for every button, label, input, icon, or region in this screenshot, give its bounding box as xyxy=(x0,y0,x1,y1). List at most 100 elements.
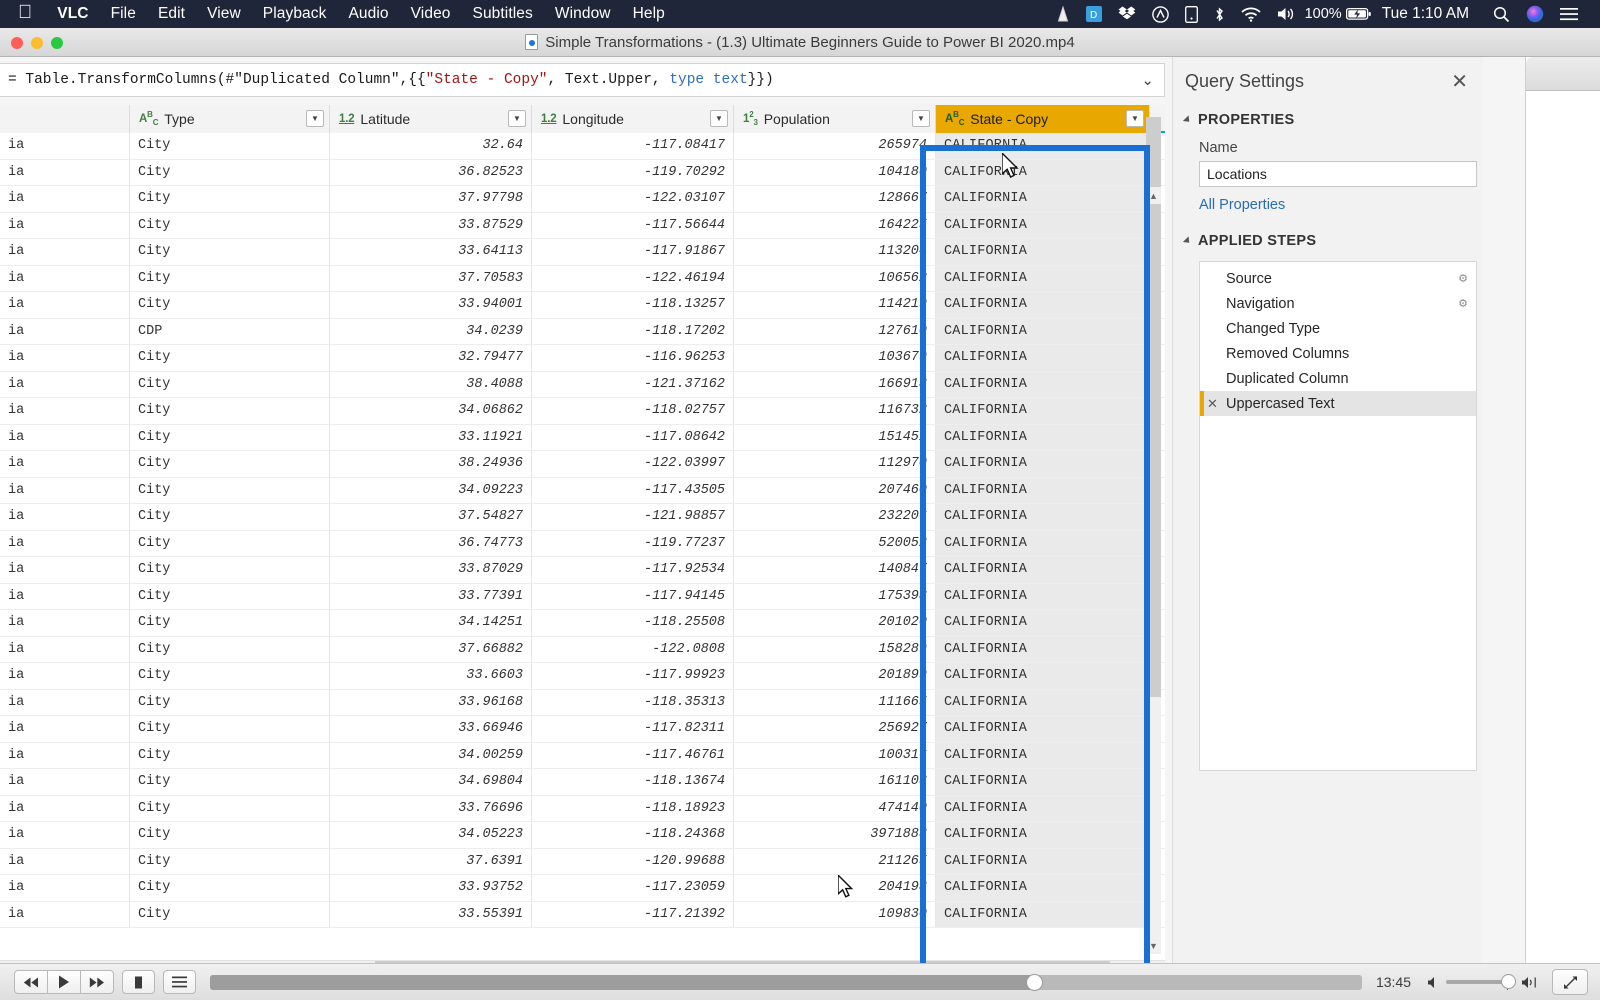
column-header-latitude[interactable]: 1.2 Latitude ▼ xyxy=(330,105,532,133)
menu-item-help[interactable]: Help xyxy=(622,5,676,23)
cell-state-truncated[interactable]: ia xyxy=(0,292,130,318)
play-button[interactable] xyxy=(47,970,81,994)
cell-state-truncated[interactable]: ia xyxy=(0,451,130,477)
cell-longitude[interactable]: -118.17202 xyxy=(532,318,734,344)
cell-type[interactable]: City xyxy=(130,901,330,927)
cell-population[interactable]: 211265 xyxy=(734,848,936,874)
menu-item-view[interactable]: View xyxy=(196,5,252,23)
query-name-input[interactable]: Locations xyxy=(1199,161,1477,187)
table-row[interactable]: ia City 33.87529 -117.56644 164225 CALIFORNIA xyxy=(0,212,1165,239)
applied-steps-section-header[interactable]: APPLIED STEPS xyxy=(1173,233,1482,249)
cell-latitude[interactable]: 37.66882 xyxy=(330,636,532,662)
cell-longitude[interactable]: -117.46761 xyxy=(532,742,734,768)
cell-state-copy[interactable]: CALIFORNIA xyxy=(936,265,1150,291)
cell-population[interactable]: 175398 xyxy=(734,583,936,609)
cell-state-truncated[interactable]: ia xyxy=(0,636,130,662)
cell-state-copy[interactable]: CALIFORNIA xyxy=(936,848,1150,874)
cell-population[interactable]: 164225 xyxy=(734,212,936,238)
cell-state-copy[interactable]: CALIFORNIA xyxy=(936,451,1150,477)
cell-latitude[interactable]: 37.70583 xyxy=(330,265,532,291)
column-filter-dropdown-icon[interactable]: ▼ xyxy=(710,110,728,127)
table-row[interactable]: ia City 32.64 -117.08417 265974 CALIFORNIA xyxy=(0,133,1165,160)
cell-state-copy[interactable]: CALIFORNIA xyxy=(936,689,1150,715)
gear-icon[interactable]: ⚙ xyxy=(1458,297,1468,310)
cell-longitude[interactable]: -117.99923 xyxy=(532,663,734,689)
cell-type[interactable]: City xyxy=(130,663,330,689)
cell-population[interactable]: 256927 xyxy=(734,716,936,742)
cell-population[interactable]: 103679 xyxy=(734,345,936,371)
cell-longitude[interactable]: -120.99688 xyxy=(532,848,734,874)
table-row[interactable]: ia City 34.69804 -118.13674 161103 CALIFORNIA xyxy=(0,769,1165,796)
column-filter-dropdown-icon[interactable]: ▼ xyxy=(1126,110,1144,127)
cell-latitude[interactable]: 33.93752 xyxy=(330,875,532,901)
battery-status[interactable]: 100% xyxy=(1305,6,1372,22)
cell-state-copy[interactable]: CALIFORNIA xyxy=(936,371,1150,397)
cell-population[interactable]: 128667 xyxy=(734,186,936,212)
cell-type[interactable]: City xyxy=(130,716,330,742)
cell-type[interactable]: City xyxy=(130,636,330,662)
table-row[interactable]: ia City 33.77391 -117.94145 175398 CALIFORNIA xyxy=(0,583,1165,610)
cell-type[interactable]: City xyxy=(130,530,330,556)
cell-latitude[interactable]: 36.82523 xyxy=(330,159,532,185)
cell-state-copy[interactable]: CALIFORNIA xyxy=(936,212,1150,238)
cell-latitude[interactable]: 33.77391 xyxy=(330,583,532,609)
cell-population[interactable]: 109830 xyxy=(734,901,936,927)
volume-slider-track[interactable] xyxy=(1446,974,1516,990)
cell-state-truncated[interactable]: ia xyxy=(0,530,130,556)
cell-state-copy[interactable]: CALIFORNIA xyxy=(936,663,1150,689)
table-row[interactable]: ia City 33.11921 -117.08642 151451 CALIFORNIA xyxy=(0,424,1165,451)
cell-population[interactable]: 3971883 xyxy=(734,822,936,848)
cell-longitude[interactable]: -122.03997 xyxy=(532,451,734,477)
cell-population[interactable]: 112970 xyxy=(734,451,936,477)
cell-state-copy[interactable]: CALIFORNIA xyxy=(936,398,1150,424)
stop-button[interactable] xyxy=(122,970,155,994)
column-header-partial[interactable] xyxy=(0,105,130,133)
seek-bar-handle[interactable] xyxy=(1025,973,1043,991)
video-content-area[interactable]: = Table.TransformColumns(#"Duplicated Co… xyxy=(0,57,1600,963)
table-row[interactable]: ia City 33.96168 -118.35313 111665 CALIFORNIA xyxy=(0,689,1165,716)
fast-forward-button[interactable] xyxy=(80,970,114,994)
cell-state-truncated[interactable]: ia xyxy=(0,504,130,530)
column-header-state-copy[interactable]: ABC State - Copy ▼ xyxy=(936,105,1150,133)
cell-state-truncated[interactable]: ia xyxy=(0,212,130,238)
cell-state-copy[interactable]: CALIFORNIA xyxy=(936,610,1150,636)
cell-type[interactable]: City xyxy=(130,583,330,609)
bluetooth-icon[interactable] xyxy=(1214,6,1225,23)
cell-state-truncated[interactable]: ia xyxy=(0,159,130,185)
cell-state-truncated[interactable]: ia xyxy=(0,133,130,159)
wifi-icon[interactable] xyxy=(1241,7,1261,22)
menu-item-file[interactable]: File xyxy=(100,5,147,23)
cell-latitude[interactable]: 33.87529 xyxy=(330,212,532,238)
cell-state-truncated[interactable]: ia xyxy=(0,398,130,424)
cell-latitude[interactable]: 34.14251 xyxy=(330,610,532,636)
cell-latitude[interactable]: 36.74773 xyxy=(330,530,532,556)
cell-state-copy[interactable]: CALIFORNIA xyxy=(936,769,1150,795)
cell-longitude[interactable]: -118.25508 xyxy=(532,610,734,636)
cell-state-copy[interactable]: CALIFORNIA xyxy=(936,477,1150,503)
column-filter-dropdown-icon[interactable]: ▼ xyxy=(912,110,930,127)
scroll-down-arrow[interactable]: ▼ xyxy=(1146,937,1161,954)
cell-population[interactable]: 104180 xyxy=(734,159,936,185)
column-header-longitude[interactable]: 1.2 Longitude ▼ xyxy=(532,105,734,133)
cell-state-truncated[interactable]: ia xyxy=(0,557,130,583)
cell-state-copy[interactable]: CALIFORNIA xyxy=(936,636,1150,662)
cell-state-truncated[interactable]: ia xyxy=(0,822,130,848)
cell-state-truncated[interactable]: ia xyxy=(0,875,130,901)
cell-population[interactable]: 265974 xyxy=(734,133,936,159)
cell-state-truncated[interactable]: ia xyxy=(0,848,130,874)
cell-latitude[interactable]: 34.05223 xyxy=(330,822,532,848)
cell-longitude[interactable]: -117.94145 xyxy=(532,583,734,609)
table-row[interactable]: ia City 32.79477 -116.96253 103679 CALIFORNIA xyxy=(0,345,1165,372)
cell-population[interactable]: 111665 xyxy=(734,689,936,715)
table-row[interactable]: ia City 36.82523 -119.70292 104180 CALIFORNIA xyxy=(0,159,1165,186)
column-header-type[interactable]: ABC Type ▼ xyxy=(130,105,330,133)
cell-type[interactable]: City xyxy=(130,742,330,768)
cell-population[interactable]: 116732 xyxy=(734,398,936,424)
horizontal-scrollbar-thumb[interactable] xyxy=(375,961,1110,963)
close-button[interactable] xyxy=(11,37,23,49)
table-row[interactable]: ia City 33.76696 -118.18923 474140 CALIFORNIA xyxy=(0,795,1165,822)
column-filter-dropdown-icon[interactable]: ▼ xyxy=(306,110,324,127)
adobe-creative-cloud-icon[interactable] xyxy=(1151,5,1169,23)
cell-type[interactable]: City xyxy=(130,239,330,265)
cell-state-copy[interactable]: CALIFORNIA xyxy=(936,133,1150,159)
